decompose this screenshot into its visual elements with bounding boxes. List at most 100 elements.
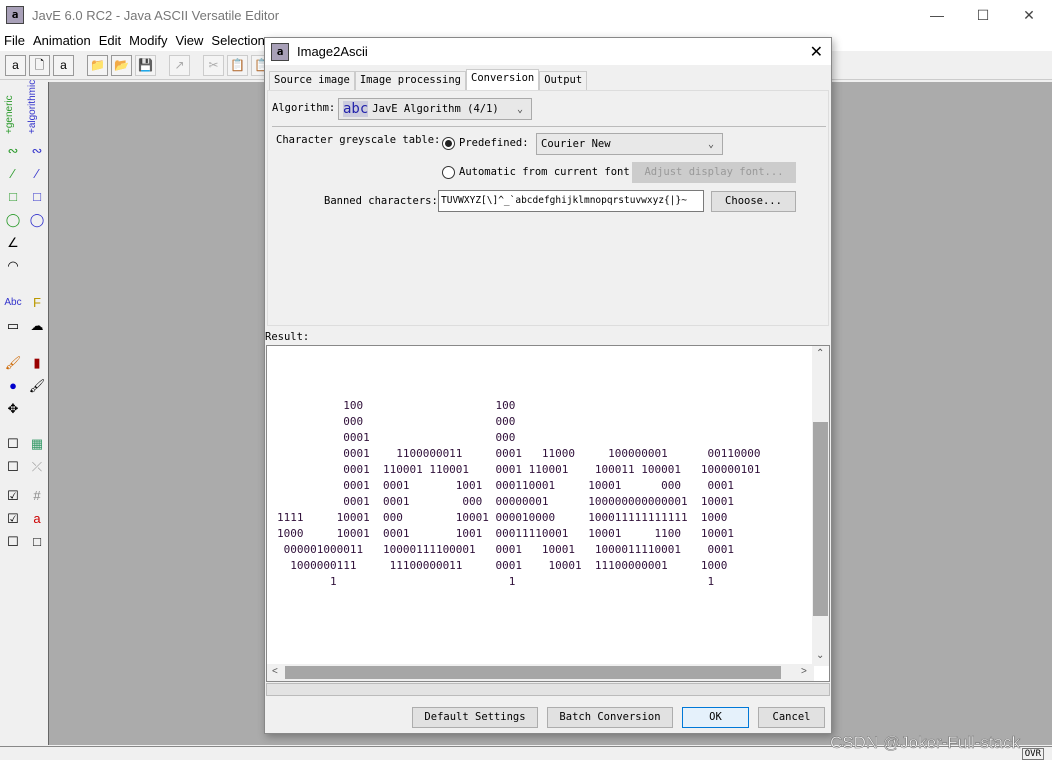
rectangle-icon[interactable]: □ [2,186,24,208]
vector-icon[interactable]: ⤫ [26,456,48,478]
arc-icon[interactable]: ◠ [2,255,24,277]
predefined-value: Courier New [541,138,611,150]
tab-output[interactable]: Output [539,71,588,90]
adjust-display-font-button[interactable]: Adjust display font... [632,162,796,183]
char-highlight-icon[interactable]: a [26,508,48,530]
result-label: Result: [265,331,310,343]
result-line: 1000000111 11100000011 0001 10001 111000… [277,559,728,572]
algorithm-label: Algorithm: [272,102,336,114]
save-icon[interactable]: 💾 [135,55,156,76]
result-text: 100 100 000 000 0001 000 0001 1100000011… [277,398,760,590]
rect-select-icon[interactable]: ▭ [2,315,24,337]
menu-view[interactable]: View [171,30,207,51]
result-line: 0001 110001 110001 0001 110001 100011 10… [277,463,761,476]
algorithm-select[interactable]: abc JavE Algorithm (4/1) ⌄ [338,98,532,120]
automatic-radio[interactable] [442,166,455,179]
result-line: 0001 0001 1001 000110001 10001 000 0001 [277,479,734,492]
batch-conversion-button[interactable]: Batch Conversion [547,707,673,728]
ok-button[interactable]: OK [682,707,749,728]
image-icon[interactable]: ▦ [26,433,48,455]
cancel-button[interactable]: Cancel [758,707,825,728]
tab-conversion[interactable]: Conversion [466,69,540,90]
rectangle-algo-icon[interactable]: □ [26,186,48,208]
grid-icon[interactable]: # [26,485,48,507]
tool-palette: +generic +algorithmic ∾ ∾ ∕ ∕ □ □ ◯ ◯ ∠ ◠ Ab… [0,80,48,560]
result-line: 1111 10001 000 10001 000010000 100011111… [277,511,728,524]
result-line: 0001 1100000011 0001 11000 100000001 001… [277,447,761,460]
ellipse-algo-icon[interactable]: ◯ [26,209,48,231]
maximize-button[interactable]: ☐ [960,0,1006,30]
algorithm-icon: abc [343,101,369,117]
horizontal-scroll-thumb[interactable] [285,666,781,679]
result-line: 000001000011 10000111100001 0001 10001 1… [277,543,734,556]
banned-characters-label: Banned characters: [324,195,438,207]
dialog-close-button[interactable]: ✕ [810,42,823,62]
grid-checkbox[interactable]: ☑ [2,485,24,507]
minimize-button[interactable]: — [914,0,960,30]
result-line: 0001 0001 000 00000001 100000000000001 1… [277,495,734,508]
result-textarea[interactable]: 100 100 000 000 0001 000 0001 1100000011… [266,345,830,682]
scroll-left-icon[interactable]: < [272,666,278,677]
open-folder-icon[interactable]: 📂 [111,55,132,76]
fill-icon[interactable]: ● [2,375,24,397]
menu-modify[interactable]: Modify [125,30,171,51]
watermark: CSDN @Joker-Full-stack [830,733,1021,753]
menu-animation[interactable]: Animation [29,30,95,51]
eraser-icon[interactable]: ▮ [26,352,48,374]
automatic-label[interactable]: Automatic from current font [459,166,630,178]
wizard-icon[interactable]: a [5,55,26,76]
predefined-label[interactable]: Predefined: [459,137,529,149]
line-algo-icon[interactable]: ∕ [26,163,48,185]
banned-characters-input[interactable]: TUVWXYZ[\]^_`abcdefghijklmnopqrstuvwxyz{… [438,190,704,212]
tab-image-processing[interactable]: Image processing [354,71,467,90]
menu-edit[interactable]: Edit [95,30,125,51]
replace-brush-icon[interactable]: 🖌 [26,375,48,397]
animation-icon[interactable]: a [53,55,74,76]
menu-selection[interactable]: Selection [207,30,268,51]
generic-label[interactable]: +generic [4,82,15,134]
result-line: 1000 10001 0001 1001 00011110001 10001 1… [277,527,734,540]
lasso-select-icon[interactable]: ☁ [26,315,48,337]
algorithmic-label[interactable]: +algorithmic [27,80,38,134]
overwrite-mode: OVR [1021,748,1044,760]
app-titlebar: a JavE 6.0 RC2 - Java ASCII Versatile Ed… [0,0,1052,30]
chevron-down-icon: ⌄ [707,138,714,150]
scroll-down-icon[interactable]: ⌄ [816,650,824,661]
predefined-radio[interactable] [442,137,455,150]
cut-icon[interactable]: ✂ [203,55,224,76]
default-settings-button[interactable]: Default Settings [412,707,538,728]
tab-source-image[interactable]: Source image [269,71,355,90]
copy-icon[interactable]: 📋 [227,55,248,76]
new-file-icon[interactable]: 🗋 [29,55,50,76]
brush-icon[interactable]: 🖌 [2,352,24,374]
menu-file[interactable]: File [0,30,29,51]
result-line: 1 1 1 [277,575,715,588]
crop-checkbox[interactable]: ☐ [2,531,24,553]
crop-icon[interactable]: □ [26,531,48,553]
move-icon[interactable]: ✥ [2,398,24,420]
predefined-select[interactable]: Courier New ⌄ [536,133,723,155]
chevron-down-icon: ⌄ [516,103,523,115]
vertical-scrollbar[interactable]: ⌃ ⌄ [812,346,829,666]
close-button[interactable]: ✕ [1006,0,1052,30]
choose-button[interactable]: Choose... [711,191,796,212]
horizontal-scrollbar[interactable]: < > [267,664,814,681]
scroll-right-icon[interactable]: > [801,666,807,677]
polyline-icon[interactable]: ∠ [2,232,24,254]
vector-checkbox[interactable]: ☐ [2,456,24,478]
char-checkbox[interactable]: ☑ [2,508,24,530]
freehand-algo-icon[interactable]: ∾ [26,140,48,162]
figlet-icon[interactable]: F [26,292,48,314]
line-icon[interactable]: ∕ [2,163,24,185]
result-line: 0001 000 [277,431,516,444]
conversion-panel: Algorithm: abc JavE Algorithm (4/1) ⌄ Ch… [267,90,829,326]
export-icon[interactable]: ↗ [169,55,190,76]
image-checkbox[interactable]: ☐ [2,433,24,455]
vertical-scroll-thumb[interactable] [813,422,828,616]
ellipse-icon[interactable]: ◯ [2,209,24,231]
scroll-up-icon[interactable]: ⌃ [816,348,824,359]
freehand-icon[interactable]: ∾ [2,140,24,162]
image2ascii-dialog: a Image2Ascii ✕ Source image Image proce… [264,37,832,734]
text-tool-icon[interactable]: Abc [2,292,24,314]
tree-icon[interactable]: 📁 [87,55,108,76]
